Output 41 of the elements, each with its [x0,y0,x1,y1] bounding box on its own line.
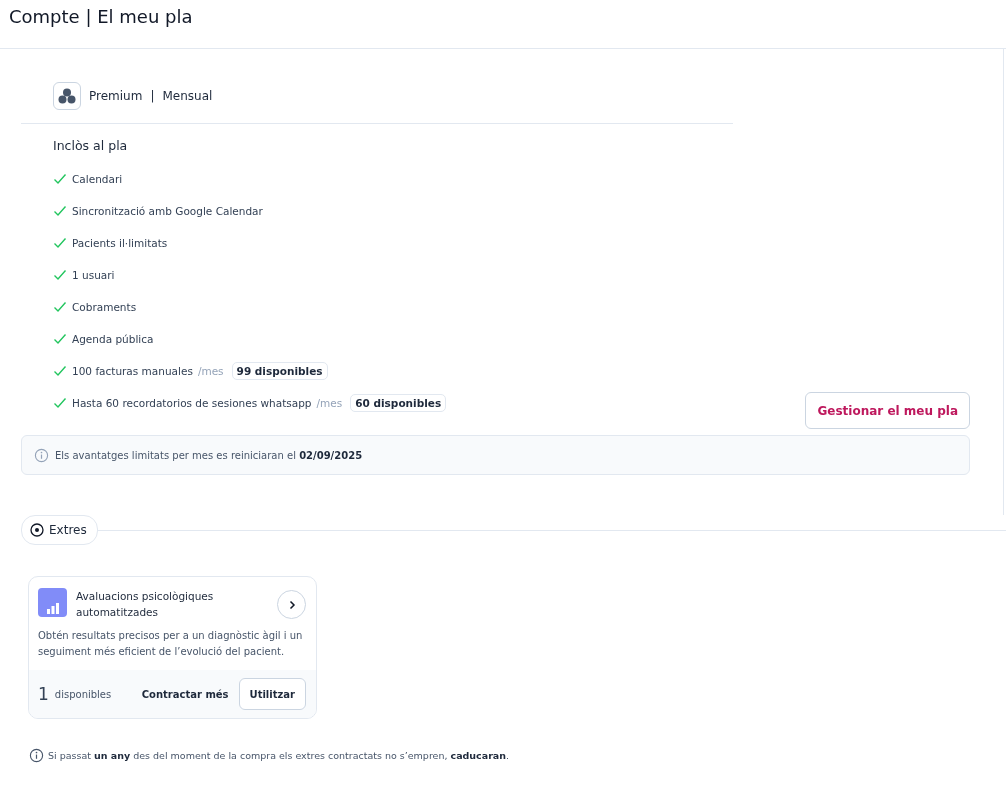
check-icon [53,333,67,345]
availability-badge: 99 disponibles [231,362,328,380]
availability-badge: 60 disponibles [350,394,447,412]
manage-plan-button[interactable]: Gestionar el meu pla [805,392,970,429]
feature-label: Hasta 60 recordatorios de sesiones whatsapp [72,397,312,409]
open-details-button[interactable] [277,590,306,619]
check-icon [53,301,67,313]
info-icon [29,748,44,763]
plan-period: Mensual [162,89,213,103]
check-icon [53,397,67,409]
extra-description: Obtén resultats precisos per a un diagnòstic àgil i un seguiment més eficient de l’evolució del pacient. [37,629,304,659]
feature-label: Pacients il·limitats [72,237,168,249]
plan-name: Premium [89,89,143,103]
bar-chart-icon [38,588,67,617]
feature-unit: /mes [316,397,343,409]
extra-title: Avaluacions psicològiques automatitzades [76,589,215,620]
feature-label: Sincronització amb Google Calendar [72,205,263,217]
plan-separator: | [150,89,155,103]
check-icon [53,269,67,281]
feature-label: Agenda pública [72,333,154,345]
info-icon [34,447,49,463]
feature-unit: /mes [197,365,224,377]
section-heading: Inclòs al pla [53,138,129,153]
check-icon [53,237,67,249]
use-button[interactable]: Utilitzar [238,678,306,710]
page-title: Compte | El meu pla [8,5,194,29]
check-icon [53,173,67,185]
plan-logo-icon [53,82,81,110]
feature-label: 100 facturas manuales [72,365,193,377]
feature-label: Calendari [72,173,123,185]
target-icon [30,523,44,537]
reset-notice-text: Els avantatges limitats per mes es reiniciaran el 02/09/2025 [55,449,363,461]
extras-label: Extres [49,523,87,537]
check-icon [53,365,67,377]
buy-more-link[interactable]: Contractar més [137,688,233,700]
available-count: 1 [38,684,49,704]
available-label: disponibles [54,688,113,700]
expiry-note: Si passat un any des del moment de la compra els extres contractats no s’empren, caducaran. [48,750,510,761]
feature-label: 1 usuari [72,269,115,281]
check-icon [53,205,67,217]
feature-label: Cobraments [72,301,137,313]
